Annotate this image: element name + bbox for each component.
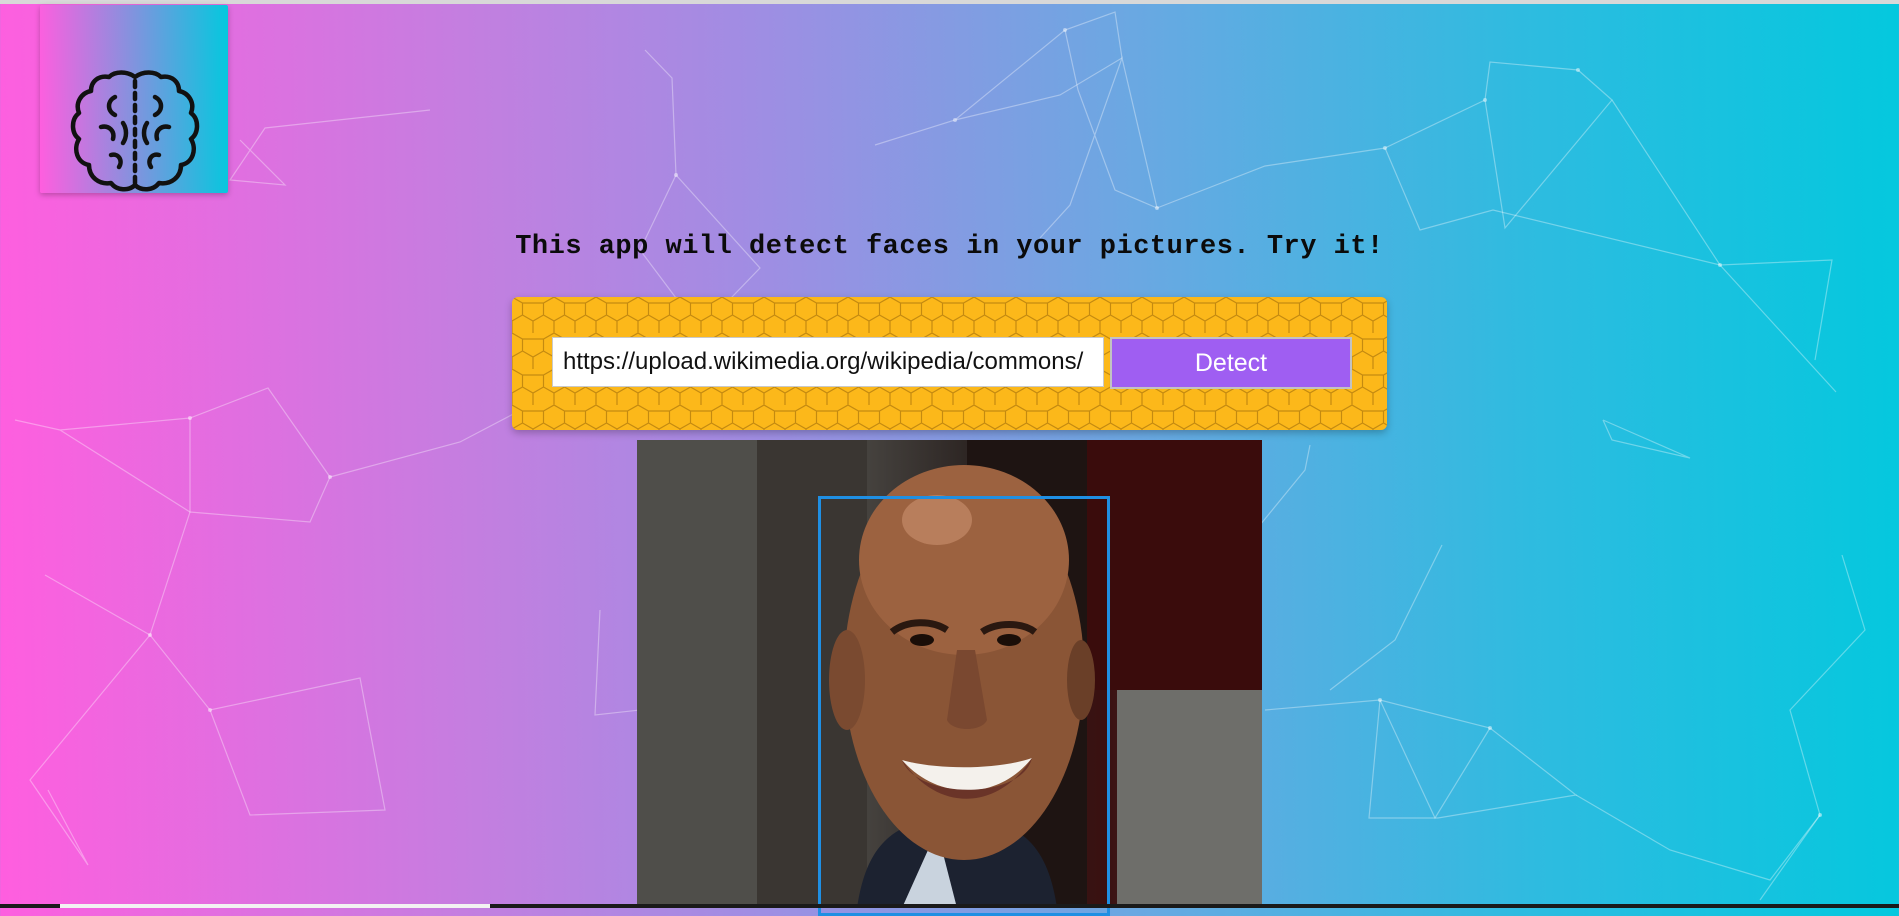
detected-face-box: [818, 496, 1110, 916]
bottom-scrollbar[interactable]: [0, 904, 1899, 908]
scrollbar-thumb[interactable]: [60, 904, 490, 908]
detect-button[interactable]: Detect: [1110, 337, 1352, 389]
image-url-form: Detect: [512, 297, 1387, 430]
page-tagline: This app will detect faces in your pictu…: [515, 232, 1384, 262]
brain-icon: [70, 70, 200, 192]
image-url-input[interactable]: [552, 337, 1104, 387]
logo-card[interactable]: [40, 5, 228, 193]
